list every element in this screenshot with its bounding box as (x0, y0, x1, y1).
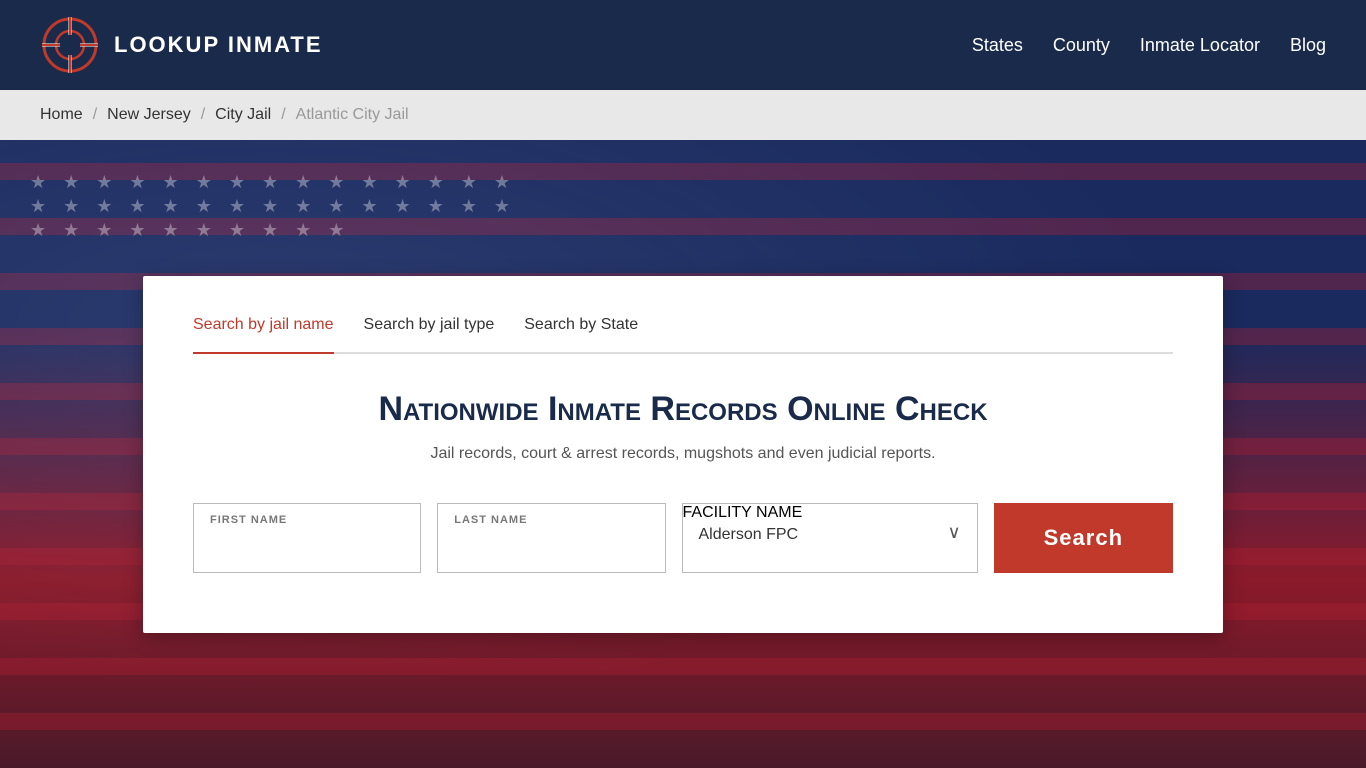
logo-icon (40, 15, 100, 75)
facility-field[interactable]: FACILITY NAME Alderson FPC ∨ (682, 503, 978, 573)
search-card: Search by jail name Search by jail type … (143, 276, 1223, 633)
nav-county[interactable]: County (1053, 35, 1110, 56)
facility-value: Alderson FPC (699, 522, 799, 544)
nav-blog[interactable]: Blog (1290, 35, 1326, 56)
logo-link[interactable]: LOOKUP INMATE (40, 15, 323, 75)
nav-inmate-locator[interactable]: Inmate Locator (1140, 35, 1260, 56)
last-name-label: LAST NAME (438, 504, 664, 526)
tab-search-by-jail-name[interactable]: Search by jail name (193, 316, 334, 354)
first-name-field: FIRST NAME (193, 503, 421, 573)
header: LOOKUP INMATE States County Inmate Locat… (0, 0, 1366, 90)
hero-section: Search by jail name Search by jail type … (0, 140, 1366, 768)
facility-select-wrapper[interactable]: Alderson FPC ∨ (683, 522, 977, 554)
breadcrumb-atlantic-city-jail: Atlantic City Jail (296, 106, 409, 124)
page-title: Nationwide Inmate Records Online Check (193, 390, 1173, 429)
last-name-field: LAST NAME (437, 503, 665, 573)
breadcrumb-home[interactable]: Home (40, 106, 83, 124)
breadcrumb: Home / New Jersey / City Jail / Atlantic… (0, 90, 1366, 140)
nav-states[interactable]: States (972, 35, 1023, 56)
breadcrumb-city-jail[interactable]: City Jail (215, 106, 271, 124)
tab-search-by-state[interactable]: Search by State (524, 316, 638, 338)
tab-search-by-jail-type[interactable]: Search by jail type (364, 316, 495, 338)
main-nav: States County Inmate Locator Blog (972, 35, 1326, 56)
last-name-input[interactable] (438, 526, 664, 572)
first-name-label: FIRST NAME (194, 504, 420, 526)
first-name-input[interactable] (194, 526, 420, 572)
breadcrumb-sep-3: / (281, 106, 285, 124)
search-tabs: Search by jail name Search by jail type … (193, 316, 1173, 354)
chevron-down-icon[interactable]: ∨ (947, 522, 960, 543)
breadcrumb-new-jersey[interactable]: New Jersey (107, 106, 191, 124)
search-button[interactable]: Search (994, 503, 1173, 573)
page-subtitle: Jail records, court & arrest records, mu… (193, 445, 1173, 463)
breadcrumb-sep-1: / (93, 106, 97, 124)
logo-text: LOOKUP INMATE (114, 32, 323, 58)
search-form: FIRST NAME LAST NAME FACILITY NAME Alder… (193, 503, 1173, 573)
facility-label: FACILITY NAME (683, 504, 977, 522)
breadcrumb-sep-2: / (201, 106, 205, 124)
